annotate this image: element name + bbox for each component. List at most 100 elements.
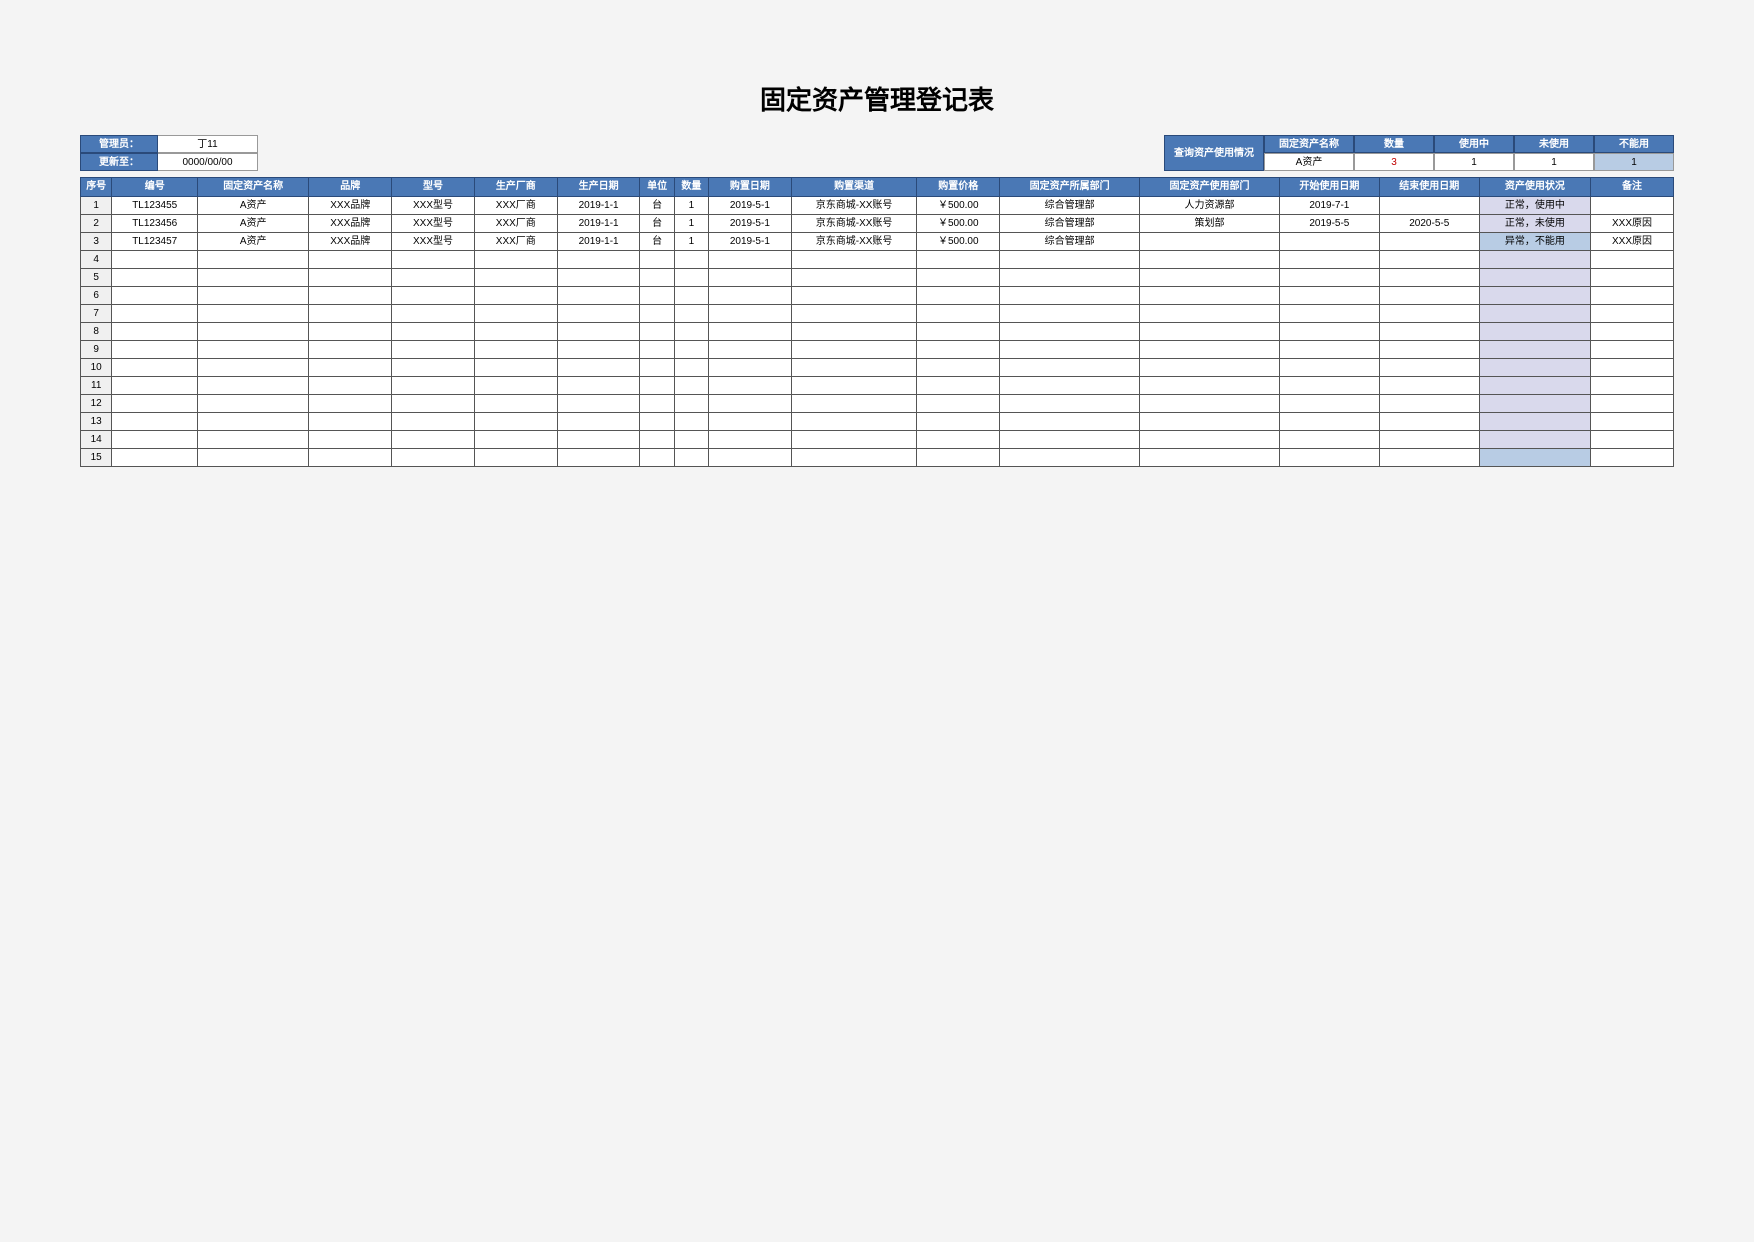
table-cell[interactable] bbox=[640, 305, 674, 323]
table-cell[interactable] bbox=[1140, 269, 1280, 287]
table-cell[interactable] bbox=[791, 287, 917, 305]
table-cell[interactable] bbox=[640, 449, 674, 467]
table-cell[interactable] bbox=[392, 449, 475, 467]
table-cell[interactable] bbox=[309, 323, 392, 341]
table-cell[interactable] bbox=[392, 395, 475, 413]
table-cell[interactable] bbox=[1479, 341, 1590, 359]
table-cell[interactable]: XXX厂商 bbox=[474, 215, 557, 233]
table-cell[interactable] bbox=[1591, 413, 1674, 431]
table-cell[interactable] bbox=[1479, 431, 1590, 449]
table-cell[interactable] bbox=[198, 287, 309, 305]
table-cell[interactable] bbox=[474, 377, 557, 395]
table-cell[interactable]: XXX厂商 bbox=[474, 197, 557, 215]
table-cell[interactable] bbox=[708, 287, 791, 305]
table-cell[interactable] bbox=[791, 377, 917, 395]
table-cell[interactable] bbox=[557, 287, 640, 305]
table-cell[interactable] bbox=[112, 287, 198, 305]
table-cell[interactable] bbox=[917, 341, 1000, 359]
table-cell[interactable] bbox=[708, 395, 791, 413]
table-cell[interactable]: 2019-5-1 bbox=[708, 197, 791, 215]
table-cell[interactable]: XXX品牌 bbox=[309, 215, 392, 233]
table-cell[interactable] bbox=[640, 323, 674, 341]
table-cell[interactable] bbox=[791, 251, 917, 269]
table-cell[interactable]: 综合管理部 bbox=[1000, 215, 1140, 233]
table-cell[interactable]: 京东商城-XX账号 bbox=[791, 233, 917, 251]
table-cell[interactable] bbox=[474, 269, 557, 287]
table-cell[interactable] bbox=[1591, 305, 1674, 323]
table-cell[interactable] bbox=[309, 449, 392, 467]
table-cell[interactable] bbox=[791, 449, 917, 467]
table-cell[interactable] bbox=[112, 395, 198, 413]
table-row[interactable]: 1TL123455A资产XXX品牌XXX型号XXX厂商2019-1-1台1201… bbox=[81, 197, 1674, 215]
table-cell[interactable]: XXX品牌 bbox=[309, 233, 392, 251]
table-cell[interactable] bbox=[198, 359, 309, 377]
table-cell[interactable] bbox=[557, 269, 640, 287]
table-cell[interactable] bbox=[1000, 305, 1140, 323]
table-cell[interactable]: 台 bbox=[640, 215, 674, 233]
table-row[interactable]: 5 bbox=[81, 269, 1674, 287]
table-cell[interactable] bbox=[1000, 287, 1140, 305]
table-cell[interactable] bbox=[1140, 413, 1280, 431]
table-cell[interactable] bbox=[392, 323, 475, 341]
table-cell[interactable] bbox=[640, 269, 674, 287]
table-cell[interactable] bbox=[1279, 251, 1379, 269]
table-cell[interactable] bbox=[1379, 305, 1479, 323]
query-value-name[interactable]: A资产 bbox=[1264, 153, 1354, 171]
table-cell[interactable] bbox=[674, 431, 708, 449]
table-cell[interactable]: 2019-5-1 bbox=[708, 233, 791, 251]
table-cell[interactable] bbox=[791, 395, 917, 413]
table-cell[interactable] bbox=[309, 269, 392, 287]
table-cell[interactable] bbox=[1591, 377, 1674, 395]
table-cell[interactable] bbox=[674, 395, 708, 413]
table-cell[interactable] bbox=[917, 395, 1000, 413]
update-value[interactable]: 0000/00/00 bbox=[158, 153, 258, 171]
table-cell[interactable]: 2019-7-1 bbox=[1279, 197, 1379, 215]
table-cell[interactable]: XXX型号 bbox=[392, 215, 475, 233]
table-cell[interactable] bbox=[674, 359, 708, 377]
table-cell[interactable] bbox=[1000, 341, 1140, 359]
table-cell[interactable]: TL123457 bbox=[112, 233, 198, 251]
table-cell[interactable] bbox=[392, 269, 475, 287]
table-row[interactable]: 11 bbox=[81, 377, 1674, 395]
table-cell[interactable]: XXX型号 bbox=[392, 197, 475, 215]
table-cell[interactable] bbox=[1591, 431, 1674, 449]
table-cell[interactable] bbox=[1379, 233, 1479, 251]
table-cell[interactable] bbox=[1000, 413, 1140, 431]
table-cell[interactable] bbox=[640, 413, 674, 431]
table-cell[interactable] bbox=[1279, 269, 1379, 287]
table-cell[interactable] bbox=[1591, 359, 1674, 377]
table-cell[interactable] bbox=[198, 323, 309, 341]
table-cell[interactable] bbox=[674, 287, 708, 305]
table-cell[interactable] bbox=[708, 359, 791, 377]
table-cell[interactable] bbox=[791, 305, 917, 323]
table-cell[interactable] bbox=[640, 359, 674, 377]
table-cell[interactable] bbox=[708, 323, 791, 341]
table-cell[interactable] bbox=[708, 413, 791, 431]
table-cell[interactable] bbox=[1479, 251, 1590, 269]
table-cell[interactable]: 综合管理部 bbox=[1000, 233, 1140, 251]
table-cell[interactable] bbox=[1591, 449, 1674, 467]
table-cell[interactable] bbox=[112, 377, 198, 395]
table-cell[interactable]: 台 bbox=[640, 197, 674, 215]
table-cell[interactable] bbox=[1379, 449, 1479, 467]
table-cell[interactable]: A资产 bbox=[198, 233, 309, 251]
table-cell[interactable] bbox=[112, 359, 198, 377]
table-cell[interactable] bbox=[1000, 431, 1140, 449]
table-cell[interactable] bbox=[674, 377, 708, 395]
table-cell[interactable]: TL123455 bbox=[112, 197, 198, 215]
table-cell[interactable] bbox=[1279, 431, 1379, 449]
table-cell[interactable] bbox=[392, 377, 475, 395]
table-cell[interactable] bbox=[708, 449, 791, 467]
table-cell[interactable] bbox=[1140, 449, 1280, 467]
table-cell[interactable] bbox=[1279, 323, 1379, 341]
table-cell[interactable] bbox=[1140, 359, 1280, 377]
table-row[interactable]: 3TL123457A资产XXX品牌XXX型号XXX厂商2019-1-1台1201… bbox=[81, 233, 1674, 251]
table-cell[interactable] bbox=[1379, 431, 1479, 449]
table-cell[interactable] bbox=[1000, 251, 1140, 269]
table-cell[interactable] bbox=[112, 305, 198, 323]
table-cell[interactable] bbox=[917, 413, 1000, 431]
table-cell[interactable] bbox=[474, 413, 557, 431]
table-cell[interactable] bbox=[1140, 233, 1280, 251]
table-cell[interactable]: XXX型号 bbox=[392, 233, 475, 251]
table-cell[interactable] bbox=[708, 251, 791, 269]
